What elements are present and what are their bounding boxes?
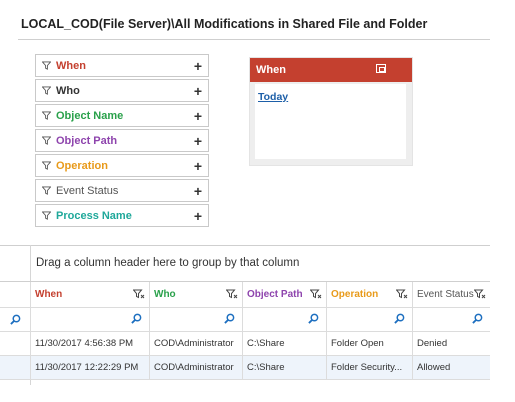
filter-label-event-status: Event Status (56, 184, 119, 197)
column-header-operation[interactable]: Operation (327, 282, 413, 307)
cell-who: COD\Administrator (150, 356, 243, 379)
row-search-icon[interactable] (0, 308, 31, 331)
search-object-path-cell[interactable] (243, 308, 327, 331)
column-filter-icon[interactable] (132, 289, 145, 302)
cell-who: COD\Administrator (150, 332, 243, 355)
search-row (0, 308, 490, 332)
column-filter-icon[interactable] (473, 289, 486, 302)
column-header-label: Event Status (417, 289, 474, 300)
column-header-who[interactable]: Who (150, 282, 243, 307)
column-filter-icon[interactable] (225, 289, 238, 302)
header-spacer (0, 282, 31, 307)
cell-operation: Folder Security... (327, 356, 413, 379)
cell-when: 11/30/2017 4:56:38 PM (31, 332, 150, 355)
filter-list: When + Who + Object Name + Object Path +… (35, 54, 209, 229)
filter-label-process-name: Process Name (56, 209, 132, 222)
column-header-object-path[interactable]: Object Path (243, 282, 327, 307)
funnel-icon (36, 136, 56, 145)
filter-label-object-path: Object Path (56, 134, 118, 147)
plus-icon[interactable]: + (188, 159, 208, 173)
when-panel-header: When (250, 58, 412, 82)
column-header-when[interactable]: When (31, 282, 150, 307)
column-header-label: Who (154, 289, 176, 300)
table-row[interactable]: 11/30/2017 4:56:38 PM COD\Administrator … (0, 332, 490, 356)
search-who-cell[interactable] (150, 308, 243, 331)
filter-process-name[interactable]: Process Name + (35, 204, 209, 227)
plus-icon[interactable]: + (188, 134, 208, 148)
plus-icon[interactable]: + (188, 184, 208, 198)
funnel-icon (36, 111, 56, 120)
filter-operation[interactable]: Operation + (35, 154, 209, 177)
title-divider (18, 39, 490, 40)
magnifier-icon[interactable] (308, 313, 319, 327)
search-when-cell[interactable] (31, 308, 150, 331)
when-panel-body: Today (255, 84, 406, 159)
funnel-icon (36, 186, 56, 195)
when-panel-title: When (256, 64, 286, 76)
group-by-drop-area[interactable]: Drag a column header here to group by th… (36, 257, 299, 269)
filter-label-when: When (56, 59, 86, 72)
table-row[interactable]: 11/30/2017 12:22:29 PM COD\Administrator… (0, 356, 490, 380)
magnifier-icon[interactable] (394, 313, 405, 327)
plus-icon[interactable]: + (188, 59, 208, 73)
plus-icon[interactable]: + (188, 109, 208, 123)
plus-icon[interactable]: + (188, 84, 208, 98)
funnel-icon (36, 61, 56, 70)
cell-when: 11/30/2017 12:22:29 PM (31, 356, 150, 379)
page-title: LOCAL_COD(File Server)\All Modifications… (21, 17, 428, 31)
cell-event-status: Denied (417, 338, 448, 349)
filter-when[interactable]: When + (35, 54, 209, 77)
funnel-icon (36, 86, 56, 95)
events-grid: When Who Object Path Operation Event Sta… (0, 282, 490, 380)
search-event-status-cell[interactable] (413, 308, 490, 331)
filter-label-operation: Operation (56, 159, 108, 172)
funnel-icon (36, 161, 56, 170)
row-indicator (0, 332, 31, 355)
column-header-event-status[interactable]: Event Status (413, 282, 490, 307)
cell-event-status: Allowed (417, 362, 451, 373)
column-filter-icon[interactable] (309, 289, 322, 302)
pin-icon[interactable] (376, 64, 386, 73)
grid-top-divider (0, 245, 490, 246)
magnifier-icon[interactable] (131, 313, 142, 327)
when-filter-panel: When Today (249, 57, 413, 166)
search-operation-cell[interactable] (327, 308, 413, 331)
row-indicator (0, 356, 31, 379)
cell-object-path: C:\Share (243, 356, 327, 379)
column-header-label: When (35, 289, 63, 300)
filter-label-who: Who (56, 84, 80, 97)
column-filter-icon[interactable] (395, 289, 408, 302)
filter-object-name[interactable]: Object Name + (35, 104, 209, 127)
filter-object-path[interactable]: Object Path + (35, 129, 209, 152)
filter-label-object-name: Object Name (56, 109, 124, 122)
column-header-label: Operation (331, 289, 379, 300)
grid-header-row: When Who Object Path Operation Event Sta… (0, 282, 490, 308)
plus-icon[interactable]: + (188, 209, 208, 223)
cell-operation: Folder Open (327, 332, 413, 355)
magnifier-icon[interactable] (472, 313, 483, 327)
column-header-label: Object Path (247, 289, 303, 300)
filter-event-status[interactable]: Event Status + (35, 179, 209, 202)
filter-who[interactable]: Who + (35, 79, 209, 102)
cell-object-path: C:\Share (243, 332, 327, 355)
funnel-icon (36, 211, 56, 220)
when-value-link[interactable]: Today (258, 91, 288, 103)
magnifier-icon[interactable] (224, 313, 235, 327)
